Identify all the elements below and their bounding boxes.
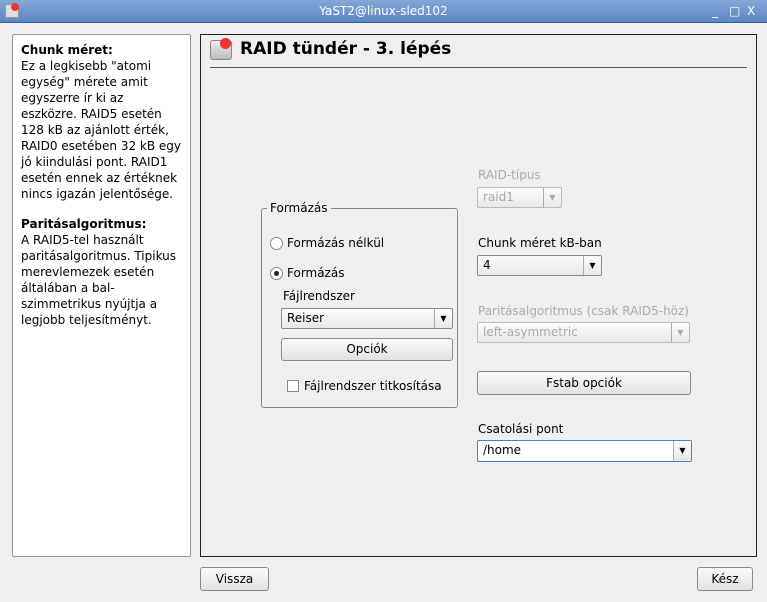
mount-point-label: Csatolási pont <box>478 422 564 436</box>
chevron-down-icon: ▼ <box>543 188 561 207</box>
format-radio[interactable]: Formázás <box>270 266 345 280</box>
help-heading: Paritásalgoritmus: <box>21 217 147 231</box>
window-titlebar: YaST2@linux-sled102 _ □ X <box>0 0 767 23</box>
filesystem-combo[interactable]: Reiser ▼ <box>281 308 453 329</box>
minimize-button[interactable]: _ <box>712 4 718 18</box>
parity-label: Paritásalgoritmus (csak RAID5-höz) <box>478 304 689 318</box>
window-title: YaST2@linux-sled102 <box>319 4 448 18</box>
no-format-radio[interactable]: Formázás nélkül <box>270 236 384 250</box>
chevron-down-icon: ▼ <box>434 309 452 328</box>
title-divider <box>210 67 747 68</box>
raid-type-combo: raid1 ▼ <box>477 187 562 208</box>
filesystem-label: Fájlrendszer <box>283 289 355 303</box>
chunk-size-label: Chunk méret kB-ban <box>478 236 602 250</box>
chunk-size-combo[interactable]: 4 ▼ <box>477 255 602 276</box>
page-title: RAID tündér - 3. lépés <box>240 39 452 59</box>
finish-button[interactable]: Kész <box>697 567 753 591</box>
close-button[interactable]: X <box>747 4 755 18</box>
parity-combo: left-asymmetric ▼ <box>477 322 690 343</box>
help-heading: Chunk méret: <box>21 43 113 57</box>
raid-type-label: RAID-típus <box>478 168 541 182</box>
mount-point-combo[interactable]: /home ▼ <box>477 440 692 462</box>
back-button[interactable]: Vissza <box>200 567 269 591</box>
raid-disk-icon <box>210 38 232 60</box>
help-text: A RAID5-tel használt paritásalgoritmus. … <box>21 233 177 327</box>
options-button[interactable]: Opciók <box>281 338 453 361</box>
chevron-down-icon: ▼ <box>673 441 691 461</box>
help-text: Ez a legkisebb "atomi egység" mérete ami… <box>21 59 181 201</box>
chevron-down-icon: ▼ <box>671 323 689 342</box>
help-panel: Chunk méret: Ez a legkisebb "atomi egység… <box>12 34 191 557</box>
chevron-down-icon: ▼ <box>583 256 601 275</box>
format-frame-title: Formázás <box>267 201 331 215</box>
maximize-button[interactable]: □ <box>729 4 740 18</box>
fstab-options-button[interactable]: Fstab opciók <box>477 371 691 395</box>
encrypt-checkbox[interactable]: Fájlrendszer titkosítása <box>287 379 442 393</box>
yast-app-icon <box>5 3 19 18</box>
